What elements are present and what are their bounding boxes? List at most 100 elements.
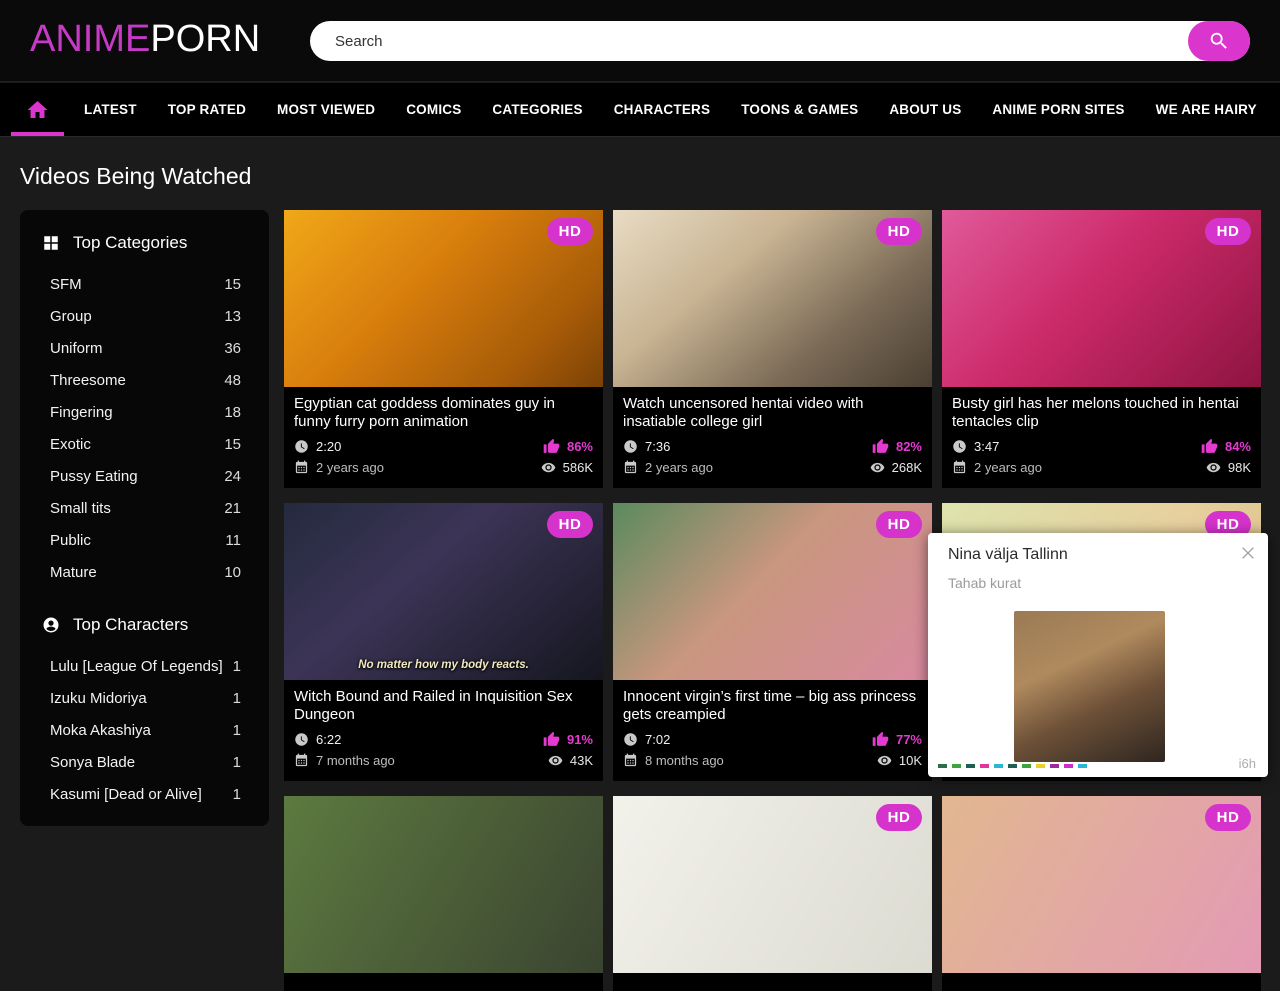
calendar-icon bbox=[623, 753, 638, 768]
calendar-icon bbox=[294, 460, 309, 475]
video-thumbnail[interactable]: HD bbox=[613, 796, 932, 973]
video-duration: 2:20 bbox=[316, 439, 341, 454]
view-count: 98K bbox=[1228, 460, 1251, 475]
like-percent: 91% bbox=[567, 732, 593, 747]
video-card[interactable] bbox=[284, 796, 603, 991]
category-item[interactable]: SFM15 bbox=[20, 268, 269, 300]
category-item[interactable]: Mature10 bbox=[20, 556, 269, 588]
video-duration: 3:47 bbox=[974, 439, 999, 454]
nav-item-toons-games[interactable]: TOONS & GAMES bbox=[741, 102, 858, 117]
nav-item-characters[interactable]: CHARACTERS bbox=[614, 102, 711, 117]
eye-icon bbox=[548, 753, 563, 768]
video-card[interactable]: HD Watch uncensored hentai video with in… bbox=[613, 210, 932, 488]
view-count: 586K bbox=[563, 460, 593, 475]
video-title[interactable]: Watch uncensored hentai video with insat… bbox=[623, 395, 922, 431]
page-title: Videos Being Watched bbox=[20, 163, 251, 190]
eye-icon bbox=[541, 460, 556, 475]
video-meta: Egyptian cat goddess dominates guy in fu… bbox=[284, 387, 603, 488]
video-card[interactable]: HD bbox=[942, 796, 1261, 991]
view-count: 10K bbox=[899, 753, 922, 768]
nav-home[interactable] bbox=[22, 83, 53, 136]
video-card[interactable]: HD Egyptian cat goddess dominates guy in… bbox=[284, 210, 603, 488]
video-thumbnail[interactable]: HD bbox=[613, 503, 932, 680]
thumbnail-caption: No matter how my body reacts. bbox=[284, 659, 603, 671]
hd-badge: HD bbox=[876, 511, 922, 538]
video-card[interactable]: HD bbox=[613, 796, 932, 991]
video-age: 7 months ago bbox=[316, 753, 395, 768]
eye-icon bbox=[877, 753, 892, 768]
video-age: 2 years ago bbox=[645, 460, 713, 475]
popup-title: Nina välja Tallinn bbox=[948, 546, 1068, 564]
character-item[interactable]: Moka Akashiya1 bbox=[20, 714, 269, 746]
video-title[interactable]: Innocent virgin’s first time – big ass p… bbox=[623, 688, 922, 724]
category-item[interactable]: Public11 bbox=[20, 524, 269, 556]
like-percent: 86% bbox=[567, 439, 593, 454]
site-logo[interactable]: ANIMEPORN bbox=[30, 18, 260, 61]
nav-item-top-rated[interactable]: TOP RATED bbox=[168, 102, 246, 117]
video-card[interactable]: No matter how my body reacts. HD Witch B… bbox=[284, 503, 603, 781]
video-meta: Innocent virgin’s first time – big ass p… bbox=[613, 680, 932, 781]
category-item[interactable]: Pussy Eating24 bbox=[20, 460, 269, 492]
clock-icon bbox=[623, 439, 638, 454]
notification-popup[interactable]: Nina välja Tallinn Tahab kurat i6h bbox=[928, 533, 1268, 777]
video-thumbnail[interactable]: HD bbox=[613, 210, 932, 387]
close-icon[interactable] bbox=[1237, 542, 1259, 564]
thumbs-up-icon bbox=[872, 731, 889, 748]
thumbs-up-icon bbox=[543, 731, 560, 748]
video-card[interactable]: HD Innocent virgin’s first time – big as… bbox=[613, 503, 932, 781]
character-item[interactable]: Lulu [League Of Legends]1 bbox=[20, 650, 269, 682]
widget-title: Top Characters bbox=[73, 615, 188, 635]
calendar-icon bbox=[294, 753, 309, 768]
hd-badge: HD bbox=[876, 218, 922, 245]
video-title[interactable]: Busty girl has her melons touched in hen… bbox=[952, 395, 1251, 431]
video-title[interactable]: Witch Bound and Railed in Inquisition Se… bbox=[294, 688, 593, 724]
nav-item-comics[interactable]: COMICS bbox=[406, 102, 461, 117]
top-categories-widget: Top Categories SFM15 Group13 Uniform36 T… bbox=[20, 228, 269, 588]
video-meta: Watch uncensored hentai video with insat… bbox=[613, 387, 932, 488]
nav-item-categories[interactable]: CATEGORIES bbox=[492, 102, 582, 117]
video-thumbnail[interactable]: HD bbox=[284, 210, 603, 387]
search-input[interactable] bbox=[310, 21, 1250, 61]
video-age: 2 years ago bbox=[974, 460, 1042, 475]
sidebar: Top Categories SFM15 Group13 Uniform36 T… bbox=[20, 210, 269, 826]
category-item[interactable]: Threesome48 bbox=[20, 364, 269, 396]
character-item[interactable]: Kasumi [Dead or Alive]1 bbox=[20, 778, 269, 810]
home-icon bbox=[24, 98, 51, 122]
clock-icon bbox=[294, 439, 309, 454]
nav-item-we-are-hairy[interactable]: WE ARE HAIRY bbox=[1156, 102, 1257, 117]
category-item[interactable]: Small tits21 bbox=[20, 492, 269, 524]
clock-icon bbox=[952, 439, 967, 454]
video-meta: Witch Bound and Railed in Inquisition Se… bbox=[284, 680, 603, 781]
nav-item-about-us[interactable]: ABOUT US bbox=[889, 102, 961, 117]
category-item[interactable]: Group13 bbox=[20, 300, 269, 332]
video-thumbnail[interactable]: HD bbox=[942, 210, 1261, 387]
like-percent: 82% bbox=[896, 439, 922, 454]
video-thumbnail[interactable]: No matter how my body reacts. HD bbox=[284, 503, 603, 680]
view-count: 43K bbox=[570, 753, 593, 768]
character-item[interactable]: Sonya Blade1 bbox=[20, 746, 269, 778]
video-card[interactable]: HD Busty girl has her melons touched in … bbox=[942, 210, 1261, 488]
video-duration: 7:36 bbox=[645, 439, 670, 454]
nav-item-latest[interactable]: LATEST bbox=[84, 102, 137, 117]
video-thumbnail[interactable] bbox=[284, 796, 603, 973]
top-characters-widget: Top Characters Lulu [League Of Legends]1… bbox=[20, 610, 269, 810]
thumbs-up-icon bbox=[543, 438, 560, 455]
video-thumbnail[interactable]: HD bbox=[942, 796, 1261, 973]
video-title[interactable]: Egyptian cat goddess dominates guy in fu… bbox=[294, 395, 593, 431]
logo-part-anime: ANIME bbox=[30, 18, 150, 60]
popup-photo[interactable] bbox=[1014, 611, 1165, 762]
character-item[interactable]: Izuku Midoriya1 bbox=[20, 682, 269, 714]
category-item[interactable]: Exotic15 bbox=[20, 428, 269, 460]
category-item[interactable]: Fingering18 bbox=[20, 396, 269, 428]
top-characters-header: Top Characters bbox=[20, 610, 269, 640]
hd-badge: HD bbox=[1205, 218, 1251, 245]
search-button[interactable] bbox=[1188, 21, 1250, 61]
nav-item-anime-porn-sites[interactable]: ANIME PORN SITES bbox=[992, 102, 1124, 117]
user-circle-icon bbox=[42, 616, 60, 634]
category-item[interactable]: Uniform36 bbox=[20, 332, 269, 364]
search-bar bbox=[310, 21, 1250, 61]
nav-item-most-viewed[interactable]: MOST VIEWED bbox=[277, 102, 375, 117]
hd-badge: HD bbox=[1205, 804, 1251, 831]
video-duration: 7:02 bbox=[645, 732, 670, 747]
hd-badge: HD bbox=[547, 511, 593, 538]
